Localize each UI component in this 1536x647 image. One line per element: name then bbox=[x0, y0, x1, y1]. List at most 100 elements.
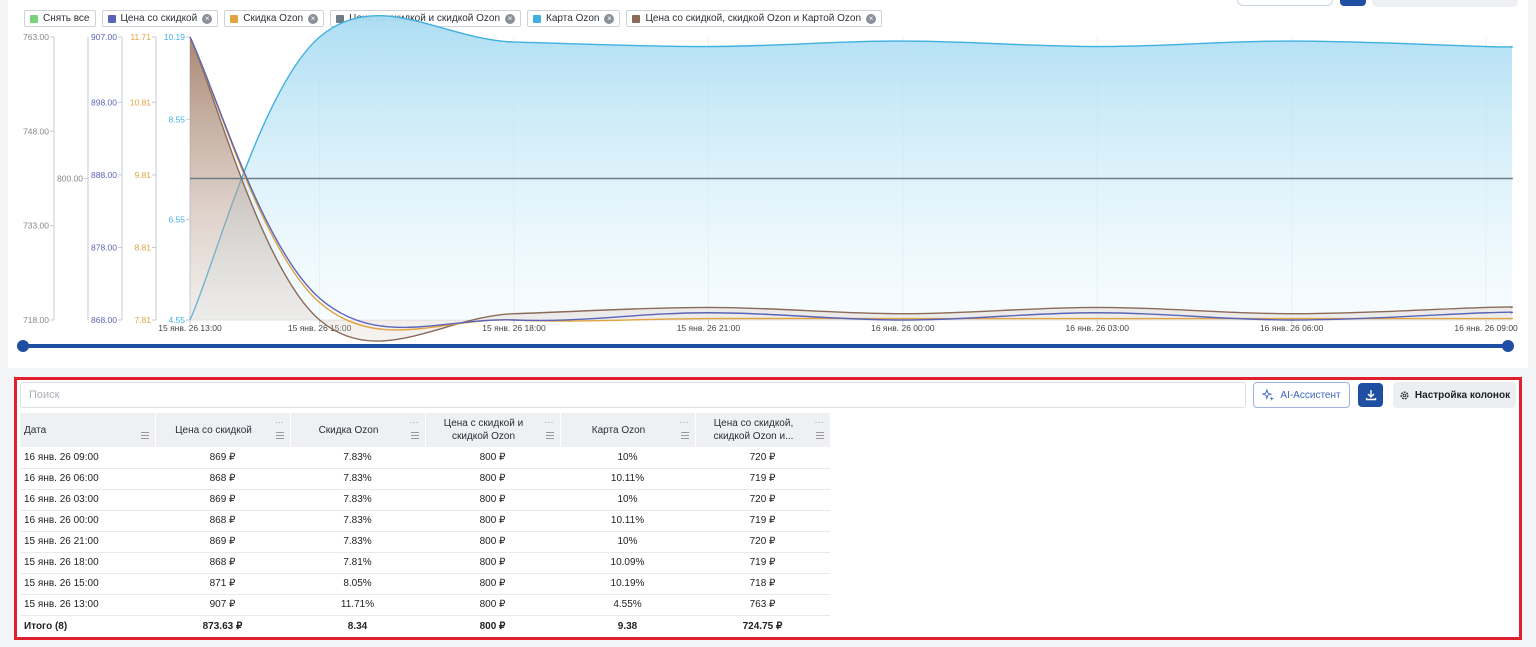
table-total-row[interactable]: Итого (8) 873.63 ₽ 8.34 800 ₽ 9.38 724.75 ₽ bbox=[20, 615, 830, 637]
table-cell: 9.38 bbox=[617, 620, 638, 632]
series-area bbox=[190, 15, 1513, 321]
menu-icon[interactable] bbox=[815, 432, 824, 439]
table-cell: 800 ₽ bbox=[425, 447, 560, 469]
more-icon[interactable]: ··· bbox=[410, 416, 419, 429]
x-tick-label: 15 янв. 26 21:00 bbox=[677, 323, 741, 333]
menu-icon[interactable] bbox=[410, 432, 419, 439]
table-cell: 11.71% bbox=[290, 594, 425, 616]
more-icon[interactable]: ··· bbox=[275, 416, 284, 429]
table-row[interactable]: 15 янв. 26 13:00 907 ₽11.71% 800 ₽4.55% 763… bbox=[20, 594, 830, 616]
table-cell: 15 янв. 26 13:00 bbox=[20, 594, 155, 616]
y-tick-label: 868.00 bbox=[91, 315, 117, 325]
table-row[interactable]: 16 янв. 26 09:00 869 ₽7.83% 800 ₽10% 720 ₽ bbox=[20, 447, 830, 469]
table-cell: Итого (8) bbox=[24, 620, 68, 632]
download-button[interactable] bbox=[1358, 383, 1383, 407]
table-cell: 16 янв. 26 06:00 bbox=[20, 468, 155, 490]
table-cell: 720 ₽ bbox=[695, 447, 830, 469]
y-tick-label: 888.00 bbox=[91, 170, 117, 180]
y-tick-label: 878.00 bbox=[91, 242, 117, 252]
search-field[interactable] bbox=[20, 382, 1246, 408]
table-cell: 720 ₽ bbox=[695, 531, 830, 553]
y-tick-label: 9.81 bbox=[134, 170, 151, 180]
table-row[interactable]: 16 янв. 26 00:00 868 ₽7.83% 800 ₽10.11% 719… bbox=[20, 510, 830, 532]
download-icon bbox=[1365, 390, 1376, 401]
x-tick-label: 16 янв. 26 09:00 bbox=[1454, 323, 1518, 333]
y-tick-label: 748.00 bbox=[23, 126, 49, 136]
table-cell: 868 ₽ bbox=[155, 468, 290, 490]
table-cell: 7.83% bbox=[290, 531, 425, 553]
gear-icon bbox=[1400, 390, 1409, 400]
table-cell: 763 ₽ bbox=[695, 594, 830, 616]
column-header-label: Цена со скидкой, скидкой Ozon и... bbox=[713, 418, 794, 442]
y-tick-label: 11.71 bbox=[130, 32, 151, 42]
column-header-label: Цена со скидкой bbox=[175, 424, 252, 436]
menu-icon[interactable] bbox=[680, 432, 689, 439]
table-cell: 871 ₽ bbox=[155, 573, 290, 595]
menu-icon[interactable] bbox=[545, 432, 554, 439]
table-cell: 10% bbox=[560, 531, 695, 553]
table-row[interactable]: 15 янв. 26 15:00 871 ₽8.05% 800 ₽10.19% 718… bbox=[20, 573, 830, 595]
table-cell: 800 ₽ bbox=[425, 468, 560, 490]
table-cell: 10.19% bbox=[560, 573, 695, 595]
y-tick-label: 907.00 bbox=[91, 32, 117, 42]
data-table: Дата Цена со скидкой ··· Скидка Ozon ··· Цена… bbox=[20, 413, 831, 637]
table-cell: 7.83% bbox=[290, 447, 425, 469]
table-cell: 4.55% bbox=[560, 594, 695, 616]
range-slider-handle-start[interactable] bbox=[17, 340, 29, 352]
x-tick-label: 15 янв. 26 13:00 bbox=[158, 323, 222, 333]
more-icon[interactable]: ··· bbox=[545, 416, 554, 429]
column-header[interactable]: Дата bbox=[20, 413, 156, 447]
table-row[interactable]: 16 янв. 26 03:00 869 ₽7.83% 800 ₽10% 720 ₽ bbox=[20, 489, 830, 511]
table-cell: 10.11% bbox=[560, 468, 695, 490]
table-cell: 7.81% bbox=[290, 552, 425, 574]
table-cell: 16 янв. 26 03:00 bbox=[20, 489, 155, 511]
x-tick-label: 15 янв. 26 18:00 bbox=[482, 323, 546, 333]
more-icon[interactable]: ··· bbox=[815, 416, 824, 429]
x-tick-label: 16 янв. 26 00:00 bbox=[871, 323, 935, 333]
y-tick-label: 718.00 bbox=[23, 315, 49, 325]
ai-assistant-button[interactable]: AI-Ассистент bbox=[1253, 382, 1350, 408]
column-header[interactable]: Цена со скидкой, скидкой Ozon и... ··· bbox=[695, 413, 831, 447]
column-header[interactable]: Скидка Ozon ··· bbox=[290, 413, 426, 447]
sparkle-icon bbox=[1262, 388, 1275, 401]
menu-icon[interactable] bbox=[140, 432, 149, 439]
y-tick-label: 7.81 bbox=[134, 315, 151, 325]
table-cell: 15 янв. 26 18:00 bbox=[20, 552, 155, 574]
table-cell: 800 ₽ bbox=[425, 510, 560, 532]
more-icon[interactable]: ··· bbox=[680, 416, 689, 429]
column-header-label: Дата bbox=[24, 424, 47, 436]
table-cell: 869 ₽ bbox=[155, 531, 290, 553]
table-cell: 720 ₽ bbox=[695, 489, 830, 511]
y-tick-label: 8.55 bbox=[168, 114, 185, 124]
menu-icon[interactable] bbox=[275, 432, 284, 439]
table-cell: 15 янв. 26 15:00 bbox=[20, 573, 155, 595]
table-cell: 907 ₽ bbox=[155, 594, 290, 616]
table-cell: 800 ₽ bbox=[425, 573, 560, 595]
table-row[interactable]: 16 янв. 26 06:00 868 ₽7.83% 800 ₽10.11% 719… bbox=[20, 468, 830, 490]
table-row[interactable]: 15 янв. 26 21:00 869 ₽7.83% 800 ₽10% 720 ₽ bbox=[20, 531, 830, 553]
column-header[interactable]: Цена с скидкой и скидкой Ozon ··· bbox=[425, 413, 561, 447]
range-slider-handle-end[interactable] bbox=[1502, 340, 1514, 352]
search-input[interactable] bbox=[29, 383, 1237, 407]
column-header-label: Цена с скидкой и скидкой Ozon bbox=[443, 418, 524, 442]
table-cell: 16 янв. 26 09:00 bbox=[20, 447, 155, 469]
x-tick-label: 16 янв. 26 06:00 bbox=[1260, 323, 1324, 333]
table-cell: 873.63 ₽ bbox=[202, 620, 243, 632]
table-cell: 800 ₽ bbox=[425, 594, 560, 616]
table-cell: 719 ₽ bbox=[695, 468, 830, 490]
table-cell: 800 ₽ bbox=[425, 489, 560, 511]
y-tick-label: 898.00 bbox=[91, 97, 117, 107]
column-settings-button[interactable]: Настройка колонок bbox=[1393, 382, 1516, 408]
table-cell: 7.83% bbox=[290, 468, 425, 490]
table-cell: 718 ₽ bbox=[695, 573, 830, 595]
table-cell: 8.34 bbox=[347, 620, 368, 632]
data-table-panel: AI-Ассистент Настройка колонок Дата Цена … bbox=[14, 377, 1522, 640]
line-chart[interactable]: 763.00 748.00 733.00 718.00 800.00 907.00 898.… bbox=[0, 0, 1536, 370]
table-cell: 10% bbox=[560, 447, 695, 469]
table-cell: 869 ₽ bbox=[155, 447, 290, 469]
column-header[interactable]: Цена со скидкой ··· bbox=[155, 413, 291, 447]
column-header[interactable]: Карта Ozon ··· bbox=[560, 413, 696, 447]
table-cell: 724.75 ₽ bbox=[742, 620, 783, 632]
y-tick-label: 733.00 bbox=[23, 221, 49, 231]
table-row[interactable]: 15 янв. 26 18:00 868 ₽7.81% 800 ₽10.09% 719… bbox=[20, 552, 830, 574]
